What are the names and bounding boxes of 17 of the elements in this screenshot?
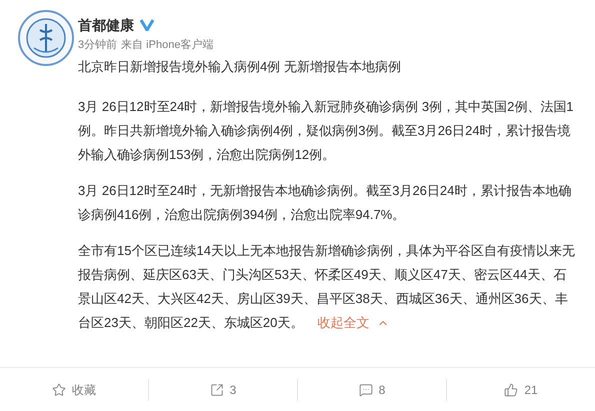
star-icon <box>52 382 66 396</box>
post-paragraph: 3月 26日12时至24时，无新增报告本地确诊病例。截至3月26日24时，累计报告本地确诊病例416例，治愈出院病例394例，治愈出院率94.7%。 <box>78 182 572 224</box>
post-paragraph: 全市有15个区已连续14天以上无本地报告新增确诊病例，具体为平谷区自有疫情以来无报告病例、延庆区63天、门头沟区53天、怀柔区49天、顺义区47天、密云区44天、石景山区42天、大兴区42天、房山区39天、昌平区38天、西城区36天、通州区36天、丰台区23天、朝阳区22天、东城区20天。 收起全文 <box>78 239 578 335</box>
post-source: 来自 iPhone客户端 <box>121 38 214 53</box>
thumbs-up-icon <box>504 382 518 396</box>
share-icon <box>210 382 224 396</box>
post-paragraph: 3月 26日12时至24时，新增报告境外输入新冠肺炎确诊病例 3例，其中英国2例、法国1例。昨日共新增境外输入确诊病例4例，疑似病例3例。截至3月26日24时，累计报告境外输入确诊病例153例，治愈出院病例12例。 <box>78 98 575 164</box>
author-name[interactable]: 首都健康 <box>78 14 134 36</box>
comment-icon <box>358 382 373 396</box>
logo-icon <box>18 10 74 66</box>
post-time[interactable]: 3分钟前 <box>78 36 118 54</box>
post-headline: 北京昨日新增报告境外输入病例4例 无新增报告本地病例 <box>78 58 402 76</box>
like-button[interactable]: 21 <box>504 380 538 398</box>
repost-button[interactable]: 3 <box>210 380 236 398</box>
comment-button[interactable]: 8 <box>358 380 386 398</box>
favorite-button[interactable]: 收藏 <box>52 380 96 398</box>
collapse-link[interactable]: 收起全文 <box>317 311 390 335</box>
